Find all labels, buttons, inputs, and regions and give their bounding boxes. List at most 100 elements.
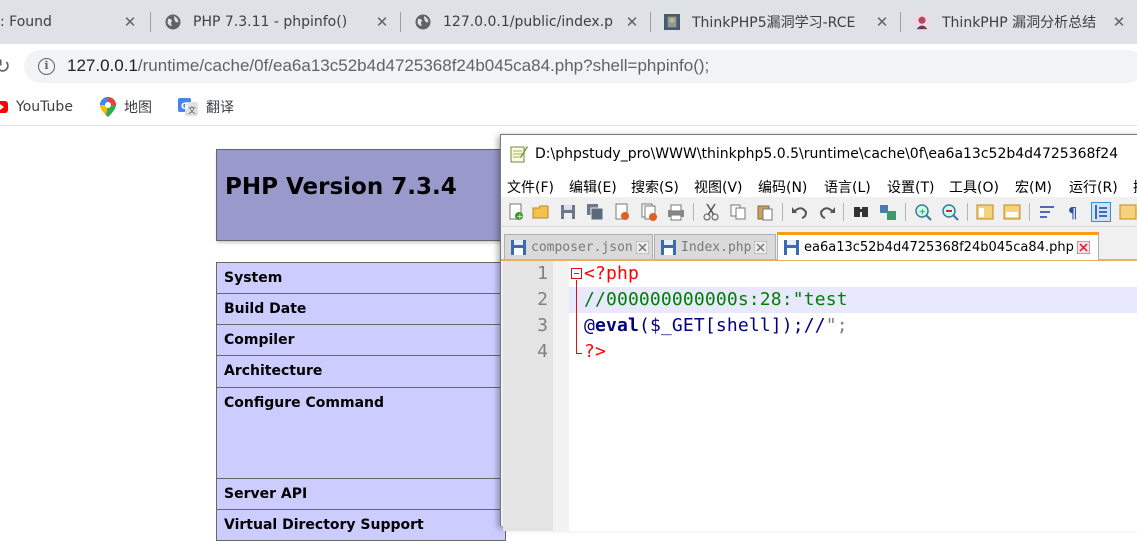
svg-text:文: 文 bbox=[188, 105, 196, 115]
row-label: System bbox=[224, 270, 283, 286]
menu-plugins[interactable]: 插 bbox=[1133, 177, 1137, 197]
open-file-icon[interactable] bbox=[531, 202, 551, 222]
close-icon[interactable]: ✕ bbox=[872, 12, 892, 32]
undo-icon[interactable] bbox=[790, 202, 810, 222]
bookmark-label: 翻译 bbox=[206, 100, 234, 116]
phpinfo-table: System Build Date Compiler Architecture … bbox=[216, 262, 506, 541]
sync-vertical-icon[interactable] bbox=[975, 202, 995, 222]
menu-view[interactable]: 视图(V) bbox=[694, 177, 743, 197]
row-label: Configure Command bbox=[224, 395, 385, 411]
zoom-out-icon[interactable] bbox=[940, 202, 960, 222]
tab-separator bbox=[150, 12, 151, 32]
url-host: 127.0.0.1 bbox=[67, 56, 138, 75]
menu-tools[interactable]: 工具(O) bbox=[949, 177, 999, 197]
row-label: Build Date bbox=[224, 301, 307, 317]
doc-tab-composer-json[interactable]: composer.json bbox=[504, 234, 653, 259]
code-at: @ bbox=[584, 315, 595, 336]
close-icon[interactable]: ✕ bbox=[120, 12, 140, 32]
indent-guide-icon[interactable] bbox=[1091, 202, 1111, 222]
code-editor[interactable]: 1 2 3 4 <?php //000000000000s:28:"test @… bbox=[503, 261, 1137, 531]
new-file-icon[interactable]: + bbox=[506, 202, 526, 222]
menu-macro[interactable]: 宏(M) bbox=[1015, 177, 1052, 197]
menu-run[interactable]: 运行(R) bbox=[1069, 177, 1118, 197]
url-text[interactable]: 127.0.0.1/runtime/cache/0f/ea6a13c52b4d4… bbox=[67, 56, 709, 76]
menu-file[interactable]: 文件(F) bbox=[507, 177, 554, 197]
table-row: Configure Command bbox=[216, 388, 506, 479]
fold-line bbox=[576, 280, 577, 354]
close-all-icon[interactable] bbox=[639, 202, 659, 222]
close-icon[interactable]: ✕ bbox=[1109, 12, 1129, 32]
info-icon[interactable]: i bbox=[38, 58, 55, 75]
fold-toggle-icon[interactable] bbox=[571, 268, 582, 279]
code-expression: ($_GET[shell]);// bbox=[638, 315, 826, 336]
toolbar-separator bbox=[1029, 203, 1030, 221]
bookmark-translate[interactable]: G文 翻译 bbox=[178, 96, 234, 118]
menu-edit[interactable]: 编辑(E) bbox=[569, 177, 617, 197]
toolbar-separator bbox=[905, 203, 906, 221]
menu-settings[interactable]: 设置(T) bbox=[887, 177, 934, 197]
table-row: Compiler bbox=[216, 325, 506, 356]
maps-pin-icon bbox=[100, 97, 116, 117]
tab-title: : Found bbox=[0, 14, 52, 30]
doc-tab-index-php[interactable]: Index.php bbox=[654, 234, 776, 259]
php-version-title: PHP Version 7.3.4 bbox=[225, 174, 457, 200]
line-number-gutter: 1 2 3 4 bbox=[503, 261, 553, 531]
bookmarks-bar: YouTube 地图 G文 翻译 bbox=[0, 88, 1137, 126]
avatar-favicon-icon bbox=[914, 14, 930, 30]
document-tab-bar: composer.json Index.php ea6a13c52b4d4725… bbox=[501, 232, 1137, 261]
floppy-icon bbox=[784, 240, 799, 255]
doc-tab-label: composer.json bbox=[531, 239, 633, 255]
toolbar-separator bbox=[782, 203, 783, 221]
close-icon[interactable]: ✕ bbox=[622, 12, 642, 32]
window-title-bar[interactable]: D:\phpstudy_pro\WWW\thinkphp5.0.5\runtim… bbox=[501, 135, 1137, 173]
close-icon[interactable]: ✕ bbox=[372, 12, 392, 32]
save-all-icon[interactable] bbox=[585, 202, 605, 222]
menu-language[interactable]: 语言(L) bbox=[824, 177, 871, 197]
toolbar-separator bbox=[967, 203, 968, 221]
svg-text:¶: ¶ bbox=[1068, 204, 1078, 221]
menu-search[interactable]: 搜索(S) bbox=[631, 177, 679, 197]
menu-encoding[interactable]: 编码(N) bbox=[758, 177, 807, 197]
reload-icon[interactable]: ↻ bbox=[0, 54, 11, 78]
replace-icon[interactable] bbox=[878, 202, 898, 222]
close-icon[interactable] bbox=[754, 240, 768, 254]
youtube-icon bbox=[0, 101, 8, 113]
user-language-icon[interactable] bbox=[1118, 202, 1137, 222]
browser-tab-not-found[interactable]: : Found ✕ bbox=[0, 0, 148, 44]
close-icon[interactable] bbox=[1076, 241, 1090, 254]
bookmark-label: YouTube bbox=[16, 99, 73, 115]
browser-tab-index[interactable]: 127.0.0.1/public/index.p ✕ bbox=[415, 0, 650, 44]
tab-title: PHP 7.3.11 - phpinfo() bbox=[193, 14, 348, 30]
print-icon[interactable] bbox=[666, 202, 686, 222]
doc-tab-active-php[interactable]: ea6a13c52b4d4725368f24b045ca84.php bbox=[777, 232, 1099, 260]
find-icon[interactable] bbox=[851, 202, 871, 222]
close-file-icon[interactable] bbox=[612, 202, 632, 222]
bookmark-maps[interactable]: 地图 bbox=[100, 96, 152, 118]
globe-icon bbox=[165, 14, 181, 30]
floppy-icon bbox=[661, 239, 676, 255]
sync-horizontal-icon[interactable] bbox=[1002, 202, 1022, 222]
browser-tab-thinkphp5-rce[interactable]: ThinkPHP5漏洞学习-RCE ✕ bbox=[664, 0, 900, 44]
menu-bar: 文件(F) 编辑(E) 搜索(S) 视图(V) 编码(N) 语言(L) 设置(T… bbox=[501, 173, 1137, 197]
copy-icon[interactable] bbox=[728, 202, 748, 222]
close-icon[interactable] bbox=[635, 240, 649, 254]
table-row: System bbox=[216, 262, 506, 294]
address-bar[interactable]: i 127.0.0.1/runtime/cache/0f/ea6a13c52b4… bbox=[24, 50, 1137, 83]
table-row: Virtual Directory Support bbox=[216, 510, 506, 541]
tab-title: ThinkPHP 漏洞分析总结 bbox=[942, 15, 1097, 31]
cut-icon[interactable] bbox=[701, 202, 721, 222]
paste-icon[interactable] bbox=[755, 202, 775, 222]
table-row: Server API bbox=[216, 479, 506, 510]
bookmark-youtube[interactable]: YouTube bbox=[0, 96, 73, 118]
word-wrap-icon[interactable] bbox=[1037, 202, 1057, 222]
browser-tab-thinkphp-summary[interactable]: ThinkPHP 漏洞分析总结 ✕ bbox=[914, 0, 1137, 44]
toolbar-separator bbox=[693, 203, 694, 221]
redo-icon[interactable] bbox=[817, 202, 837, 222]
browser-tab-phpinfo[interactable]: PHP 7.3.11 - phpinfo() ✕ bbox=[165, 0, 400, 44]
show-all-characters-icon[interactable]: ¶ bbox=[1064, 202, 1084, 222]
line-number: 2 bbox=[537, 289, 548, 310]
zoom-in-icon[interactable]: + bbox=[913, 202, 933, 222]
bookmark-label: 地图 bbox=[124, 100, 152, 116]
globe-icon bbox=[415, 14, 431, 30]
save-icon[interactable] bbox=[558, 202, 578, 222]
